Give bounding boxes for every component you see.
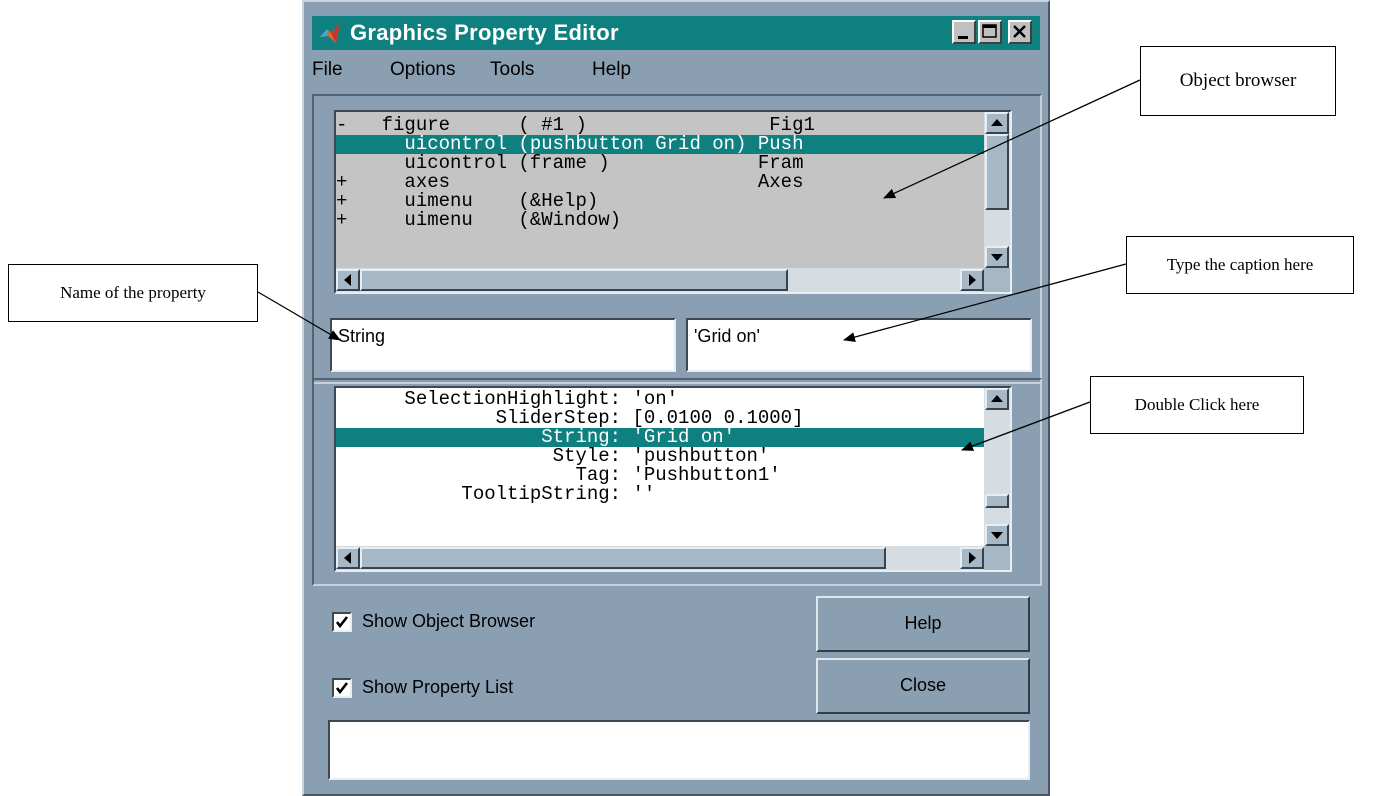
arrow-double-click (961, 401, 1091, 451)
arrow-caption (843, 263, 1127, 342)
arrow-property-name (257, 291, 341, 341)
arrow-object-browser (883, 79, 1141, 199)
callout-arrows (257, 79, 1141, 451)
